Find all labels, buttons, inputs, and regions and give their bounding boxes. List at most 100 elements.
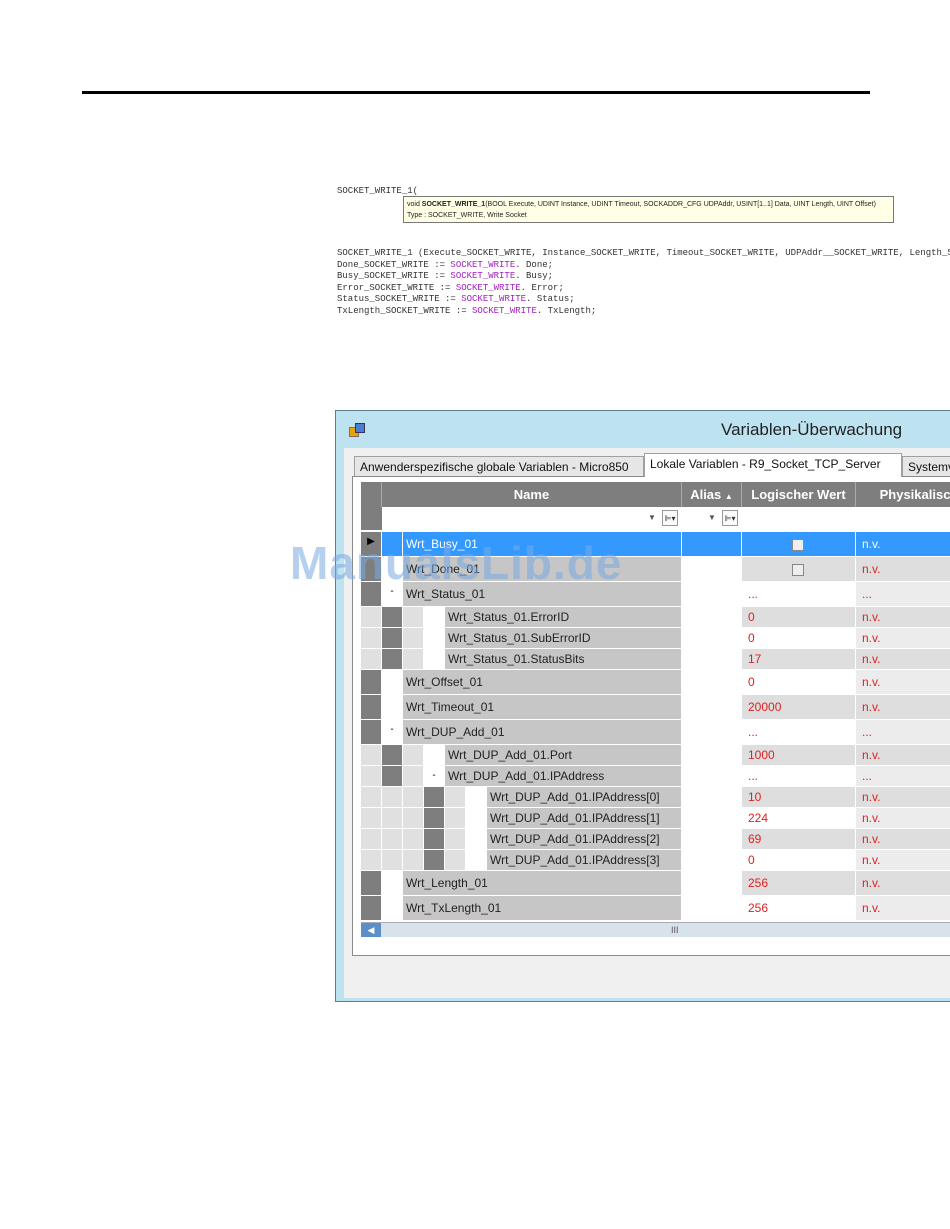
variable-name[interactable]: Wrt_DUP_Add_01.IPAddress[3] [487, 850, 682, 871]
alias-cell[interactable] [682, 808, 742, 829]
logical-value[interactable]: 224 [742, 808, 856, 829]
row-header[interactable] [361, 670, 382, 695]
row-header[interactable] [361, 720, 382, 745]
variable-name[interactable]: Wrt_DUP_Add_01.IPAddress[0] [487, 787, 682, 808]
variable-name[interactable]: Wrt_Timeout_01 [403, 695, 682, 720]
row-header[interactable] [361, 850, 382, 871]
variable-name[interactable]: Wrt_Length_01 [403, 871, 682, 896]
row-header[interactable] [361, 829, 382, 850]
variable-name[interactable]: Wrt_DUP_Add_01.IPAddress[1] [487, 808, 682, 829]
alias-cell[interactable] [682, 628, 742, 649]
logical-value[interactable]: 256 [742, 871, 856, 896]
logical-value[interactable] [742, 557, 856, 582]
filter-icon[interactable]: ⊫▾ [722, 510, 738, 526]
variable-name[interactable]: Wrt_Offset_01 [403, 670, 682, 695]
table-row[interactable]: Wrt_Status_01.StatusBits 17 n.v. [361, 649, 950, 670]
alias-cell[interactable] [682, 557, 742, 582]
tab-1[interactable]: Anwenderspezifische globale Variablen - … [354, 456, 644, 476]
tab-3[interactable]: Systemv [902, 456, 950, 476]
logical-value[interactable]: 0 [742, 607, 856, 628]
variable-name[interactable]: Wrt_Status_01.StatusBits [445, 649, 682, 670]
alias-cell[interactable] [682, 582, 742, 607]
alias-cell[interactable] [682, 850, 742, 871]
table-row[interactable]: Wrt_DUP_Add_01.IPAddress[2] 69 n.v. [361, 829, 950, 850]
chevron-down-icon[interactable]: ▼ [708, 513, 716, 522]
table-row[interactable]: - Wrt_DUP_Add_01.IPAddress...... [361, 766, 950, 787]
column-header-name[interactable]: Name [382, 482, 682, 507]
logical-value[interactable]: 10 [742, 787, 856, 808]
alias-cell[interactable] [682, 720, 742, 745]
horizontal-scrollbar[interactable]: ◀ III [361, 922, 950, 937]
alias-cell[interactable] [682, 871, 742, 896]
table-row[interactable]: Wrt_Timeout_01 20000 n.v. [361, 695, 950, 720]
column-header-alias[interactable]: Alias ▲ [682, 482, 742, 507]
row-header[interactable] [361, 808, 382, 829]
scroll-left-button[interactable]: ◀ [361, 923, 381, 937]
alias-cell[interactable] [682, 787, 742, 808]
table-row[interactable]: Wrt_DUP_Add_01.IPAddress[1] 224 n.v. [361, 808, 950, 829]
indent-block [424, 829, 445, 850]
logical-value[interactable]: 1000 [742, 745, 856, 766]
row-header[interactable] [361, 628, 382, 649]
variable-name[interactable]: Wrt_Status_01.ErrorID [445, 607, 682, 628]
code-text: TxLength_SOCKET_WRITE := [337, 305, 473, 316]
table-row[interactable]: Wrt_Offset_01 0 n.v. [361, 670, 950, 695]
logical-value[interactable]: ... [742, 582, 856, 607]
logical-value[interactable]: 69 [742, 829, 856, 850]
alias-cell[interactable] [682, 766, 742, 787]
table-row[interactable]: Wrt_DUP_Add_01.Port 1000 n.v. [361, 745, 950, 766]
table-row[interactable]: Wrt_Status_01.ErrorID 0 n.v. [361, 607, 950, 628]
name-filter-cell[interactable]: ▼ ⊫▾ [382, 507, 682, 530]
row-header[interactable] [361, 871, 382, 896]
alias-cell[interactable] [682, 829, 742, 850]
table-row[interactable]: Wrt_DUP_Add_01.IPAddress[0] 10 n.v. [361, 787, 950, 808]
column-header-physikalisch[interactable]: Physikalisch [856, 482, 950, 507]
code-text: Done_SOCKET_WRITE := [337, 259, 451, 270]
row-header[interactable] [361, 896, 382, 921]
value-checkbox[interactable] [792, 538, 804, 551]
logical-value[interactable]: ... [742, 720, 856, 745]
alias-cell[interactable] [682, 607, 742, 628]
variable-name[interactable]: Wrt_Status_01.SubErrorID [445, 628, 682, 649]
variable-name[interactable]: Wrt_DUP_Add_01 [403, 720, 682, 745]
alias-cell[interactable] [682, 695, 742, 720]
collapse-toggle[interactable]: - [424, 766, 445, 787]
alias-cell[interactable] [682, 745, 742, 766]
logical-value[interactable]: 0 [742, 628, 856, 649]
variable-name[interactable]: Wrt_TxLength_01 [403, 896, 682, 921]
table-row[interactable]: Wrt_DUP_Add_01.IPAddress[3] 0 n.v. [361, 850, 950, 871]
alias-filter-cell[interactable]: ▼ ⊫▾ [682, 507, 742, 530]
logical-value[interactable]: 256 [742, 896, 856, 921]
variable-name[interactable]: Wrt_DUP_Add_01.Port [445, 745, 682, 766]
scroll-grip[interactable]: III [671, 923, 679, 937]
alias-cell[interactable] [682, 532, 742, 557]
tab-2[interactable]: Lokale Variablen - R9_Socket_TCP_Server [644, 453, 902, 477]
row-header[interactable] [361, 745, 382, 766]
sort-asc-icon[interactable]: ▲ [725, 492, 733, 501]
row-header[interactable] [361, 607, 382, 628]
value-checkbox[interactable] [792, 563, 804, 576]
row-header[interactable] [361, 787, 382, 808]
row-header[interactable] [361, 695, 382, 720]
chevron-down-icon[interactable]: ▼ [648, 513, 656, 522]
logical-value[interactable]: 20000 [742, 695, 856, 720]
table-row[interactable]: Wrt_TxLength_01 256 n.v. [361, 896, 950, 921]
alias-cell[interactable] [682, 649, 742, 670]
logical-value[interactable]: 0 [742, 670, 856, 695]
filter-icon[interactable]: ⊫▾ [662, 510, 678, 526]
variable-name[interactable]: Wrt_DUP_Add_01.IPAddress[2] [487, 829, 682, 850]
logical-value[interactable]: 0 [742, 850, 856, 871]
variable-name[interactable]: Wrt_DUP_Add_01.IPAddress [445, 766, 682, 787]
row-header[interactable] [361, 649, 382, 670]
table-row[interactable]: Wrt_Status_01.SubErrorID 0 n.v. [361, 628, 950, 649]
logical-value[interactable]: 17 [742, 649, 856, 670]
collapse-toggle[interactable]: - [382, 720, 403, 745]
table-row[interactable]: Wrt_Length_01 256 n.v. [361, 871, 950, 896]
alias-cell[interactable] [682, 670, 742, 695]
alias-cell[interactable] [682, 896, 742, 921]
row-header[interactable] [361, 766, 382, 787]
column-header-logischer-wert[interactable]: Logischer Wert [742, 482, 856, 507]
logical-value[interactable] [742, 532, 856, 557]
table-row[interactable]: - Wrt_DUP_Add_01...... [361, 720, 950, 745]
logical-value[interactable]: ... [742, 766, 856, 787]
